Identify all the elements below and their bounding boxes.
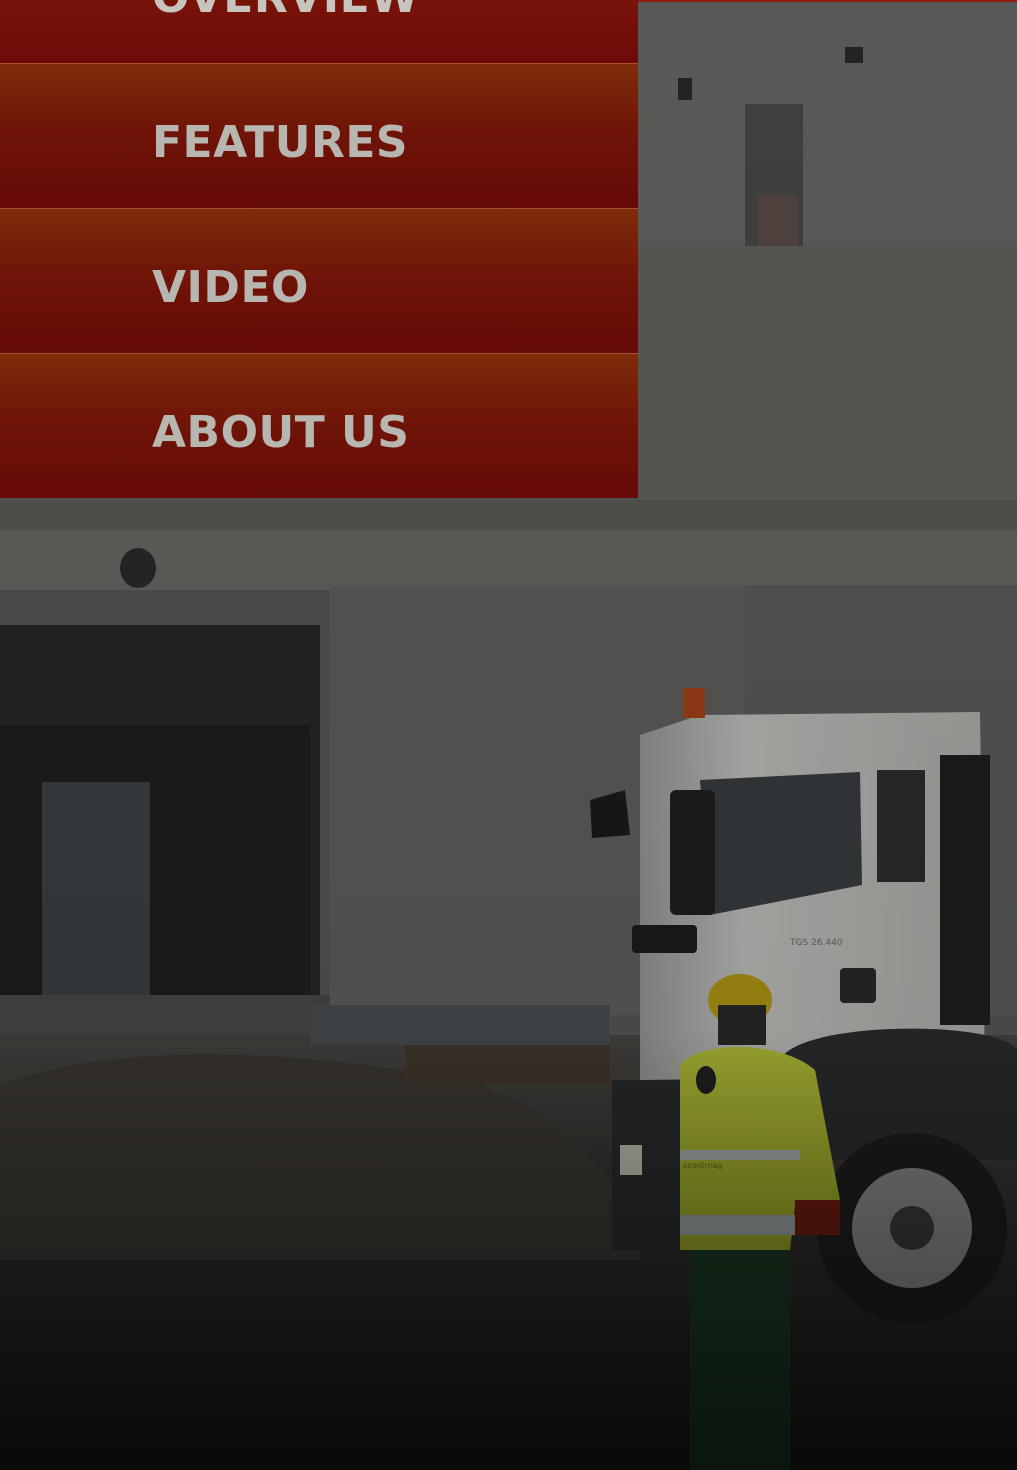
menu-item-overview[interactable]: OVERVIEW [0,0,638,63]
nav-dropdown-menu: OVERVIEW FEATURES VIDEO ABOUT US [0,0,638,498]
menu-item-label: VIDEO [152,262,309,313]
menu-item-about-us[interactable]: ABOUT US [0,353,638,498]
header-accent-strip [638,0,1017,2]
menu-item-features[interactable]: FEATURES [0,63,638,208]
menu-item-label: FEATURES [152,117,409,168]
menu-item-label: ABOUT US [152,407,410,458]
menu-item-video[interactable]: VIDEO [0,208,638,353]
menu-item-label: OVERVIEW [152,0,419,23]
